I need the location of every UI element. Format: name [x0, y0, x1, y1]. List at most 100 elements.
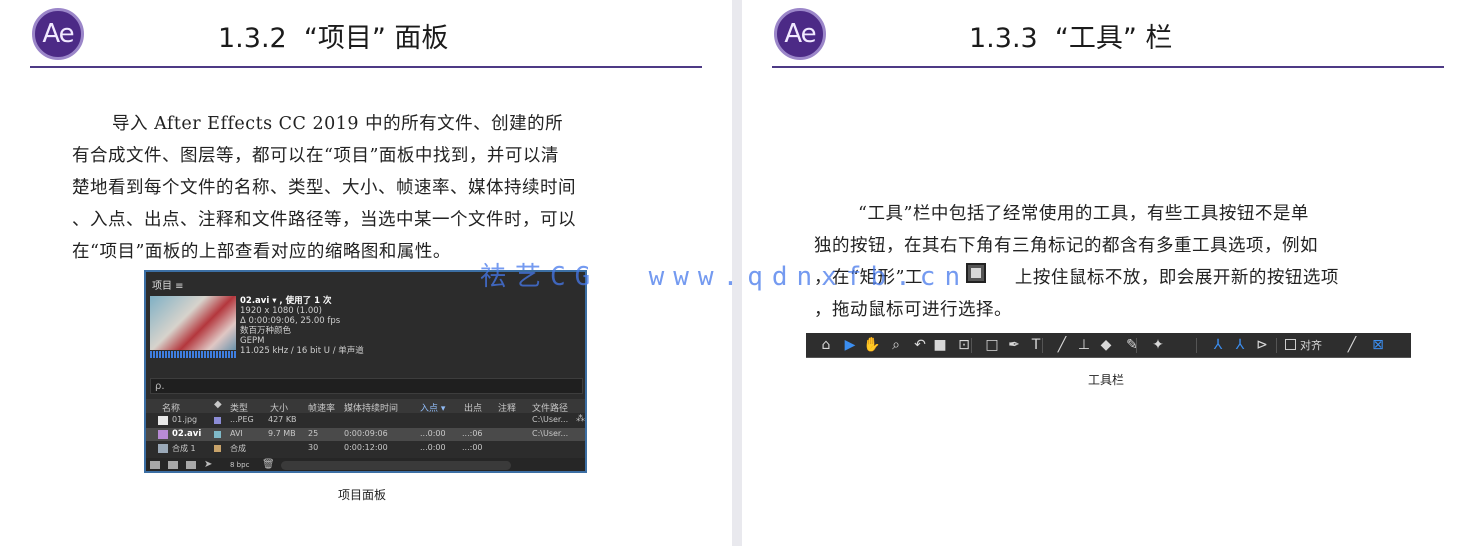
camera-icon[interactable]: ■: [930, 335, 950, 355]
label-swatch: [214, 414, 221, 427]
section-title: 1.3.2 “项目” 面板: [218, 23, 449, 54]
row-in: ...0:00: [420, 429, 446, 438]
row-name: 02.avi: [172, 429, 202, 439]
after-effects-logo: Ae: [32, 8, 84, 60]
search-icon: ρ.: [155, 381, 165, 392]
col-type[interactable]: 类型: [230, 401, 248, 414]
snap-label[interactable]: 对齐: [1300, 337, 1322, 353]
table-row[interactable]: 合成 1 合成 30 0:00:12:00 ...0:00 ...:00: [146, 442, 585, 455]
col-in[interactable]: 入点 ▾: [420, 401, 445, 414]
row-duration: 0:00:09:06: [344, 429, 388, 438]
row-type: 合成: [230, 444, 246, 453]
row-path: C:\User...: [532, 415, 569, 424]
toolbar-divider: [1196, 338, 1197, 353]
tools-toolbar: ⌂ ▶ ✋ ⌕ ↶ ■ ⊡ □ ✒ T ╱ ⊥ ◆ ✎ ✦ ⅄ ⅄ ⊳ ╱ ⊠ 对齐: [806, 333, 1411, 358]
axis-local-icon[interactable]: ⅄: [1208, 335, 1228, 355]
row-swatch-1: [214, 417, 221, 424]
label-swatch: [214, 428, 221, 441]
audio-waveform: [150, 351, 236, 358]
snap-checkbox[interactable]: [1285, 339, 1296, 350]
info-name: 02.avi ▾ , 使用了 1 次: [240, 296, 332, 306]
row-out: ...:00: [462, 443, 483, 452]
para-line: ，拖动鼠标可进行选择。: [814, 300, 1012, 320]
watermark: 祛艺CG www.qdnxfb.cn: [480, 262, 970, 292]
col-fps[interactable]: 帧速率: [308, 401, 335, 414]
scrollbar[interactable]: [281, 461, 511, 470]
zoom-icon[interactable]: ⌕: [886, 335, 906, 355]
para-line: 有合成文件、图层等，都可以在“项目”面板中找到，并可以清: [72, 146, 559, 166]
image-file-icon: [158, 416, 168, 425]
trash-icon[interactable]: 🗑: [262, 459, 275, 470]
para-line-part: 上按住鼠标不放，即会展开新的按钮选项: [1014, 268, 1339, 288]
eraser-icon[interactable]: ◆: [1096, 335, 1116, 355]
interpret-footage-icon[interactable]: [150, 461, 160, 469]
info-line: 数百万种颜色: [240, 326, 292, 336]
brush-icon[interactable]: ╱: [1052, 335, 1072, 355]
rotate-icon[interactable]: ↶: [910, 335, 930, 355]
search-input[interactable]: ρ.: [150, 378, 583, 394]
row-name: 合成 1: [172, 444, 196, 453]
figure-caption: 项目面板: [338, 488, 387, 502]
col-duration[interactable]: 媒体持续时间: [344, 401, 398, 414]
title-rule: [30, 66, 702, 68]
row-in: ...0:00: [420, 443, 446, 452]
composition-icon: [158, 444, 168, 453]
new-folder-icon[interactable]: [168, 461, 178, 469]
row-duration: 0:00:12:00: [344, 443, 388, 452]
intro-paragraph: 导入 After Effects CC 2019 中的所有文件、创建的所 有合成…: [72, 108, 672, 268]
network-icon: ⁂: [576, 414, 585, 424]
col-name[interactable]: 名称: [162, 401, 180, 414]
para-line: 导入 After Effects CC 2019 中的所有文件、创建的所: [112, 114, 564, 134]
row-name: 01.jpg: [172, 415, 198, 424]
tag-icon[interactable]: ◆: [214, 399, 222, 410]
expand-icon[interactable]: ⊠: [1368, 335, 1388, 355]
snap-icon[interactable]: ╱: [1342, 335, 1362, 355]
puppet-pin-icon[interactable]: ✦: [1148, 335, 1168, 355]
selection-icon[interactable]: ▶: [840, 335, 860, 355]
col-path[interactable]: 文件路径: [532, 401, 568, 414]
project-panel: 项目 ≡ 02.avi ▾ , 使用了 1 次 1920 x 1080 (1.0…: [144, 270, 587, 473]
row-swatch-3: [214, 445, 221, 452]
row-size: 427 KB: [268, 415, 297, 424]
render-queue-icon[interactable]: ➤: [204, 459, 212, 470]
row-path: C:\User...: [532, 429, 569, 438]
new-composition-icon[interactable]: [186, 461, 196, 469]
roto-brush-icon[interactable]: ✎: [1122, 335, 1142, 355]
para-line: 楚地看到每个文件的名称、类型、大小、帧速率、媒体持续时间: [72, 178, 576, 198]
pen-icon[interactable]: ✒: [1004, 335, 1024, 355]
info-line: 1920 x 1080 (1.00): [240, 306, 322, 316]
toolbar-divider: [971, 338, 972, 353]
panel-header[interactable]: 项目 ≡: [152, 277, 184, 292]
info-line: 11.025 kHz / 16 bit U / 单声道: [240, 346, 364, 356]
label-swatch: [214, 442, 221, 455]
toolbar-divider: [1042, 338, 1043, 353]
figure-caption: 工具栏: [1088, 373, 1125, 387]
column-header: 名称 ◆ 类型 大小 帧速率 媒体持续时间 入点 ▾ 出点 注释 文件路径: [146, 399, 585, 414]
col-comment[interactable]: 注释: [498, 401, 516, 414]
para-line: “工具”栏中包括了经常使用的工具，有些工具按钮不是单: [858, 204, 1309, 224]
clone-stamp-icon[interactable]: ⊥: [1074, 335, 1094, 355]
row-size: 9.7 MB: [268, 429, 296, 438]
table-row[interactable]: 02.avi AVI 9.7 MB 25 0:00:09:06 ...0:00 …: [146, 428, 585, 441]
row-type: AVI: [230, 429, 243, 438]
row-type: ...PEG: [230, 415, 254, 424]
toolbar-divider: [1276, 338, 1277, 353]
axis-world-icon[interactable]: ⅄: [1230, 335, 1250, 355]
home-icon[interactable]: ⌂: [816, 335, 836, 355]
file-info: 02.avi ▾ , 使用了 1 次 1920 x 1080 (1.00) Δ …: [240, 296, 364, 356]
row-swatch-2: [214, 431, 221, 438]
row-fps: 30: [308, 443, 319, 452]
bit-depth-label[interactable]: 8 bpc: [230, 461, 249, 469]
row-out: ...:06: [462, 429, 483, 438]
info-line: GEPM: [240, 336, 265, 346]
after-effects-logo: Ae: [774, 8, 826, 60]
table-row[interactable]: 01.jpg ...PEG 427 KB C:\User... ⁂: [146, 414, 585, 427]
col-out[interactable]: 出点: [464, 401, 482, 414]
toolbar-divider: [1136, 338, 1137, 353]
type-icon[interactable]: T: [1026, 335, 1046, 355]
axis-view-icon[interactable]: ⊳: [1252, 335, 1272, 355]
col-size[interactable]: 大小: [270, 401, 288, 414]
rectangle-icon[interactable]: □: [982, 335, 1002, 355]
hand-icon[interactable]: ✋: [862, 335, 882, 355]
info-line: Δ 0:00:09:06, 25.00 fps: [240, 316, 341, 326]
